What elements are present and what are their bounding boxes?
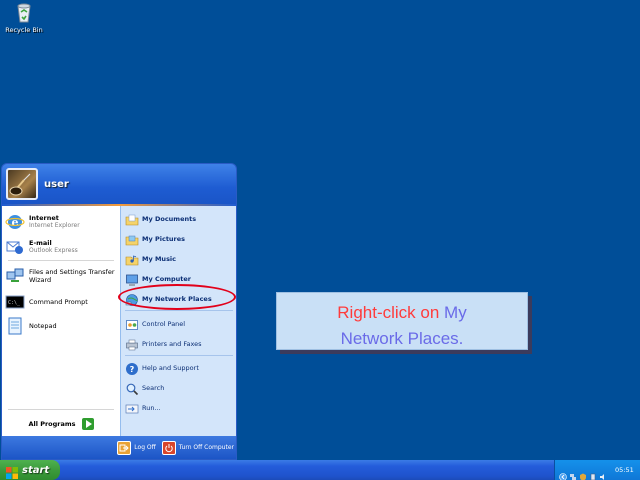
pinned-email-subtitle: Outlook Express bbox=[29, 247, 78, 254]
pinned-internet[interactable]: e Internet Internet Explorer bbox=[5, 212, 117, 232]
internet-explorer-icon: e bbox=[5, 212, 25, 232]
log-off-button[interactable]: Log Off bbox=[117, 440, 156, 455]
instruction-callout: Right-click on My Network Places. bbox=[276, 292, 528, 350]
places-printers-faxes[interactable]: Printers and Faxes bbox=[125, 337, 235, 351]
recent-transfer-wizard-label: Files and Settings Transfer Wizard bbox=[29, 268, 115, 284]
svg-text:?: ? bbox=[130, 365, 135, 374]
recent-notepad[interactable]: Notepad bbox=[5, 316, 117, 336]
places-my-pictures-label: My Pictures bbox=[142, 235, 186, 243]
user-avatar[interactable] bbox=[6, 168, 38, 200]
arrow-right-icon bbox=[81, 418, 94, 430]
recent-transfer-wizard[interactable]: Files and Settings Transfer Wizard bbox=[5, 266, 117, 286]
pinned-email[interactable]: E-mail Outlook Express bbox=[5, 237, 117, 257]
my-computer-icon bbox=[125, 272, 139, 286]
all-programs-button[interactable]: All Programs bbox=[2, 410, 120, 438]
places-printers-faxes-label: Printers and Faxes bbox=[142, 340, 202, 348]
battery-icon[interactable] bbox=[589, 466, 597, 480]
svg-text:C:\_: C:\_ bbox=[8, 300, 21, 306]
outlook-express-icon bbox=[5, 237, 25, 257]
places-run[interactable]: Run... bbox=[125, 401, 235, 415]
places-help-support[interactable]: ? Help and Support bbox=[125, 361, 235, 375]
user-name: user bbox=[44, 178, 69, 190]
control-panel-icon bbox=[125, 317, 139, 331]
start-menu-right-column: My Documents My Pictures My Music My Com… bbox=[120, 206, 236, 438]
help-support-icon: ? bbox=[125, 361, 139, 375]
start-menu-footer: Log Off Turn Off Computer bbox=[2, 436, 236, 459]
run-icon bbox=[125, 401, 139, 415]
start-button[interactable]: start bbox=[0, 460, 60, 480]
volume-icon[interactable] bbox=[599, 466, 607, 480]
places-search[interactable]: Search bbox=[125, 381, 235, 396]
system-tray: 05:51 bbox=[554, 460, 640, 480]
network-icon[interactable] bbox=[569, 466, 577, 480]
places-my-computer-label: My Computer bbox=[142, 275, 191, 283]
taskbar: start 05:51 bbox=[0, 460, 640, 480]
pinned-internet-title: Internet bbox=[29, 214, 59, 222]
turn-off-computer-label: Turn Off Computer bbox=[178, 444, 234, 451]
start-label: start bbox=[22, 464, 50, 476]
places-search-label: Search bbox=[142, 384, 165, 392]
log-off-label: Log Off bbox=[134, 444, 156, 451]
recent-command-prompt-label: Command Prompt bbox=[29, 298, 88, 306]
printers-faxes-icon bbox=[125, 337, 139, 351]
pinned-separator bbox=[8, 260, 114, 261]
places-run-label: Run... bbox=[142, 404, 161, 412]
places-control-panel-label: Control Panel bbox=[142, 320, 186, 328]
search-icon bbox=[125, 381, 139, 396]
turn-off-computer-button[interactable]: Turn Off Computer bbox=[161, 440, 234, 455]
my-music-icon bbox=[125, 252, 139, 266]
clock[interactable]: 05:51 bbox=[615, 466, 634, 474]
instruction-target-end: Network Places. bbox=[340, 329, 464, 348]
guitar-avatar-icon bbox=[9, 173, 31, 196]
all-programs-label: All Programs bbox=[28, 420, 76, 428]
windows-flag-icon bbox=[6, 464, 18, 479]
instruction-target-start: My bbox=[444, 303, 467, 322]
recycle-bin-icon bbox=[13, 2, 35, 24]
my-pictures-icon bbox=[125, 232, 139, 246]
places-separator bbox=[125, 310, 233, 311]
my-documents-icon bbox=[125, 212, 139, 226]
recent-command-prompt[interactable]: C:\_ Command Prompt bbox=[5, 292, 117, 312]
power-icon bbox=[161, 440, 176, 455]
pinned-email-title: E-mail bbox=[29, 239, 52, 247]
places-help-support-label: Help and Support bbox=[142, 364, 199, 372]
tray-arrow-icon[interactable] bbox=[559, 466, 567, 480]
start-menu: user e Internet Internet Explorer E-mail bbox=[1, 163, 237, 460]
places-control-panel[interactable]: Control Panel bbox=[125, 317, 235, 331]
start-menu-header: user bbox=[2, 164, 236, 204]
security-shield-icon[interactable] bbox=[579, 466, 587, 480]
recycle-bin-shortcut[interactable]: Recycle Bin bbox=[4, 2, 44, 34]
pinned-internet-subtitle: Internet Explorer bbox=[29, 222, 80, 229]
places-my-music-label: My Music bbox=[142, 255, 177, 263]
places-my-documents[interactable]: My Documents bbox=[125, 212, 235, 226]
start-menu-left-column: e Internet Internet Explorer E-mail Outl… bbox=[2, 206, 120, 438]
log-off-icon bbox=[117, 440, 132, 455]
places-my-music[interactable]: My Music bbox=[125, 252, 235, 266]
places-my-documents-label: My Documents bbox=[142, 215, 197, 223]
notepad-icon bbox=[5, 316, 25, 336]
recycle-bin-label: Recycle Bin bbox=[5, 26, 43, 34]
highlight-ellipse bbox=[118, 284, 236, 310]
instruction-action: Right-click on bbox=[337, 303, 440, 322]
help-separator bbox=[125, 355, 233, 356]
recent-notepad-label: Notepad bbox=[29, 322, 57, 330]
command-prompt-icon: C:\_ bbox=[5, 292, 25, 312]
transfer-wizard-icon bbox=[5, 266, 25, 286]
places-my-pictures[interactable]: My Pictures bbox=[125, 232, 235, 246]
